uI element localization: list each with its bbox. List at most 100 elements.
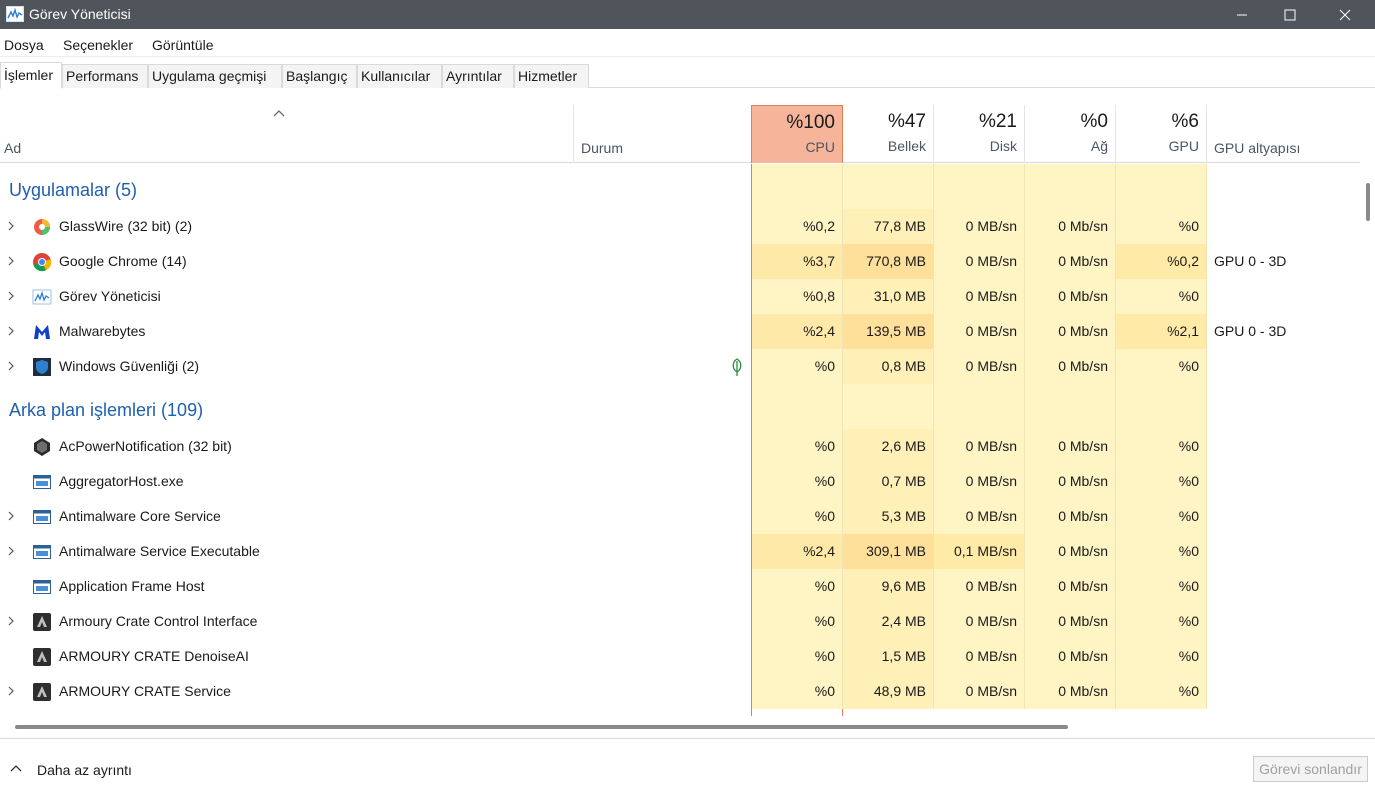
maximize-button[interactable] [1267, 0, 1313, 29]
process-name: AcPowerNotification (32 bit) [59, 438, 232, 454]
tab-performance[interactable]: Performans [62, 64, 148, 88]
cell-gpu: %0 [1116, 639, 1207, 674]
cell-disk: 0 MB/sn [934, 674, 1025, 709]
chevron-right-icon[interactable] [7, 616, 15, 626]
process-row[interactable]: Windows Güvenliği (2) %0 0,8 MB 0 MB/sn 0 Mb… [0, 349, 1360, 384]
chevron-right-icon[interactable] [7, 256, 15, 266]
cell-disk: 0 MB/sn [934, 349, 1025, 384]
group-header-apps[interactable]: Uygulamalar (5) [0, 164, 1360, 209]
chevron-right-icon[interactable] [7, 361, 15, 371]
column-name[interactable]: Ad [4, 140, 21, 156]
cell-net: 0 Mb/sn [1025, 674, 1116, 709]
cell-net: 0 Mb/sn [1025, 604, 1116, 639]
cell-gpu-engine: GPU 0 - 3D [1214, 323, 1287, 339]
cell-gpu: %0 [1116, 464, 1207, 499]
tab-users[interactable]: Kullanıcılar [357, 64, 442, 88]
process-name: Antimalware Core Service [59, 508, 221, 524]
cell-disk: 0 MB/sn [934, 569, 1025, 604]
process-row[interactable]: Armoury Crate Control Interface %0 2,4 MB 0… [0, 604, 1360, 639]
armoury-crate-icon [32, 682, 52, 702]
process-row[interactable]: AcPowerNotification (32 bit) %0 2,6 MB 0 MB… [0, 429, 1360, 464]
cell-mem: 1,5 MB [843, 639, 934, 674]
cell-disk: 0,1 MB/sn [934, 534, 1025, 569]
tab-services[interactable]: Hizmetler [514, 64, 589, 88]
column-network[interactable]: %0 Ağ [1025, 105, 1116, 163]
chevron-right-icon[interactable] [7, 326, 15, 336]
menu-view[interactable]: Görüntüle [152, 37, 213, 53]
cell-gpu: %0 [1116, 674, 1207, 709]
cell-gpu-engine: GPU 0 - 3D [1214, 253, 1287, 269]
maximize-icon [1284, 9, 1296, 20]
chevron-right-icon[interactable] [7, 546, 15, 556]
column-gpu[interactable]: %6 GPU [1116, 105, 1207, 163]
cpu-label: CPU [805, 139, 835, 155]
minimize-button[interactable] [1219, 0, 1265, 29]
group-header-background[interactable]: Arka plan işlemleri (109) [0, 384, 1360, 429]
vertical-scrollbar[interactable] [1360, 163, 1375, 716]
fewer-details-link[interactable]: Daha az ayrıntı [37, 762, 132, 778]
column-status[interactable]: Durum [581, 140, 623, 156]
window-app-icon [32, 577, 52, 597]
process-name: Malwarebytes [59, 323, 146, 339]
window-app-icon [32, 542, 52, 562]
gpu-label: GPU [1168, 138, 1199, 154]
process-row[interactable]: AggregatorHost.exe %0 0,7 MB 0 MB/sn 0 Mb/sn… [0, 464, 1360, 499]
column-disk[interactable]: %21 Disk [934, 105, 1025, 163]
chevron-right-icon[interactable] [7, 221, 15, 231]
cell-mem: 2,4 MB [843, 604, 934, 639]
cell-mem: 139,5 MB [843, 314, 934, 349]
cell-cpu: %0 [752, 639, 843, 674]
network-label: Ağ [1090, 138, 1108, 154]
cpu-total: %100 [786, 112, 835, 133]
process-row[interactable]: GlassWire (32 bit) (2) %0,2 77,8 MB 0 MB/sn… [0, 209, 1360, 244]
cell-net: 0 Mb/sn [1025, 279, 1116, 314]
column-memory[interactable]: %47 Bellek [843, 105, 934, 163]
close-button[interactable] [1322, 0, 1368, 29]
process-row[interactable]: ARMOURY CRATE Service %0 48,9 MB 0 MB/sn 0 M… [0, 674, 1360, 709]
process-row[interactable]: Görev Yöneticisi %0,8 31,0 MB 0 MB/sn 0 Mb/s… [0, 279, 1360, 314]
cell-net: 0 Mb/sn [1025, 349, 1116, 384]
chrome-icon [32, 252, 52, 272]
acpower-icon [32, 437, 52, 457]
tab-app-history[interactable]: Uygulama geçmişi [148, 64, 282, 88]
tab-processes[interactable]: İşlemler [0, 62, 62, 89]
group-title: Uygulamalar (5) [9, 180, 138, 200]
column-cpu[interactable]: %100 CPU [751, 105, 843, 163]
tab-details[interactable]: Ayrıntılar [442, 64, 514, 88]
menu-bar: Dosya Seçenekler Görüntüle [0, 31, 1375, 57]
cell-gpu: %0 [1116, 604, 1207, 639]
chevron-right-icon[interactable] [7, 511, 15, 521]
group-cell-gpu [1116, 384, 1207, 429]
cell-gpu: %0 [1116, 499, 1207, 534]
cell-disk: 0 MB/sn [934, 429, 1025, 464]
process-row[interactable]: ARMOURY CRATE DenoiseAI %0 1,5 MB 0 MB/sn 0 … [0, 639, 1360, 674]
end-task-button[interactable]: Görevi sonlandır [1253, 756, 1368, 782]
cell-gpu: %0 [1116, 349, 1207, 384]
menu-options[interactable]: Seçenekler [63, 37, 133, 53]
vertical-scroll-thumb[interactable] [1366, 183, 1370, 221]
chevron-up-icon[interactable] [10, 764, 22, 772]
chevron-right-icon[interactable] [7, 686, 15, 696]
group-cell-disk [934, 384, 1025, 429]
process-row[interactable]: Application Frame Host %0 9,6 MB 0 MB/sn 0 M… [0, 569, 1360, 604]
task-manager-icon [6, 6, 24, 22]
process-row[interactable]: Malwarebytes %2,4 139,5 MB 0 MB/sn 0 Mb/sn %2… [0, 314, 1360, 349]
process-row[interactable]: Antimalware Core Service %0 5,3 MB 0 MB/sn 0… [0, 499, 1360, 534]
cell-cpu: %0,8 [752, 279, 843, 314]
cell-disk: 0 MB/sn [934, 279, 1025, 314]
menu-file[interactable]: Dosya [4, 37, 44, 53]
cell-mem: 309,1 MB [843, 534, 934, 569]
horizontal-scroll-thumb[interactable] [15, 725, 1068, 729]
tab-startup[interactable]: Başlangıç [282, 64, 357, 88]
column-gpu-engine[interactable]: GPU altyapısı [1214, 140, 1300, 156]
minimize-icon [1237, 14, 1247, 15]
process-row[interactable]: Google Chrome (14) %3,7 770,8 MB 0 MB/sn 0 M… [0, 244, 1360, 279]
chevron-right-icon[interactable] [7, 291, 15, 301]
group-cell-disk [934, 164, 1025, 209]
title-bar: Görev Yöneticisi [0, 0, 1375, 29]
cell-mem: 9,6 MB [843, 569, 934, 604]
disk-total: %21 [978, 111, 1017, 132]
window-app-icon [32, 472, 52, 492]
process-row[interactable]: Antimalware Service Executable %2,4 309,1 … [0, 534, 1360, 569]
horizontal-scrollbar[interactable] [0, 716, 1360, 736]
